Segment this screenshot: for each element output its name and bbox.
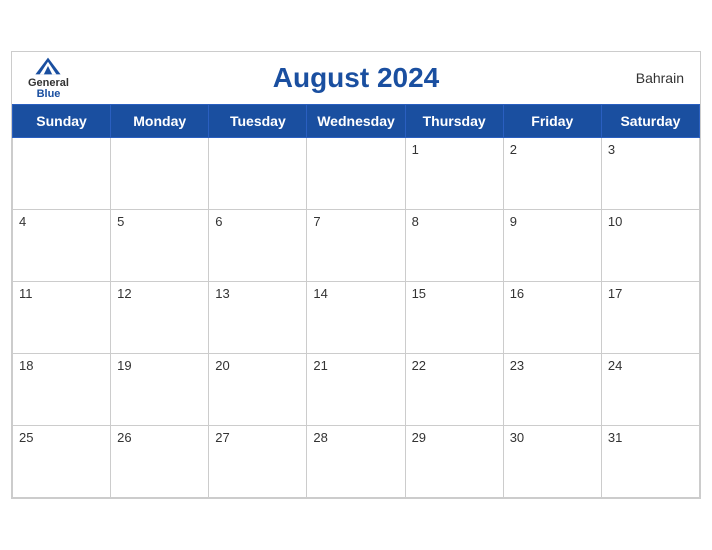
calendar-cell: 2 [503, 138, 601, 210]
calendar-cell: 9 [503, 210, 601, 282]
week-row-2: 4 5 6 7 8 9 10 [13, 210, 700, 282]
day-number: 16 [510, 286, 524, 301]
day-number: 8 [412, 214, 419, 229]
calendar-cell: 8 [405, 210, 503, 282]
calendar-cell: 22 [405, 354, 503, 426]
day-number: 30 [510, 430, 524, 445]
logo: General Blue [28, 56, 69, 100]
week-row-4: 18 19 20 21 22 23 24 [13, 354, 700, 426]
day-number: 3 [608, 142, 615, 157]
calendar-cell: 4 [13, 210, 111, 282]
day-header-saturday: Saturday [601, 105, 699, 138]
day-number: 29 [412, 430, 426, 445]
day-number: 22 [412, 358, 426, 373]
day-number: 1 [412, 142, 419, 157]
days-header-row: SundayMondayTuesdayWednesdayThursdayFrid… [13, 105, 700, 138]
calendar-cell: 11 [13, 282, 111, 354]
week-row-3: 11 12 13 14 15 16 17 [13, 282, 700, 354]
calendar-cell: 31 [601, 426, 699, 498]
calendar-cell [307, 138, 405, 210]
calendar-cell: 3 [601, 138, 699, 210]
calendar-cell: 5 [111, 210, 209, 282]
calendar-cell: 10 [601, 210, 699, 282]
calendar-cell: 25 [13, 426, 111, 498]
day-number: 24 [608, 358, 622, 373]
country-label: Bahrain [636, 70, 684, 86]
calendar-header: General Blue August 2024 Bahrain [12, 52, 700, 104]
calendar-cell: 28 [307, 426, 405, 498]
calendar-cell: 24 [601, 354, 699, 426]
day-header-tuesday: Tuesday [209, 105, 307, 138]
day-number: 2 [510, 142, 517, 157]
day-number: 27 [215, 430, 229, 445]
calendar-cell: 19 [111, 354, 209, 426]
day-number: 17 [608, 286, 622, 301]
day-number: 18 [19, 358, 33, 373]
day-number: 31 [608, 430, 622, 445]
calendar-table: SundayMondayTuesdayWednesdayThursdayFrid… [12, 104, 700, 498]
day-number: 4 [19, 214, 26, 229]
calendar-title: August 2024 [273, 62, 440, 94]
day-number: 11 [19, 286, 33, 301]
day-number: 9 [510, 214, 517, 229]
calendar-cell: 12 [111, 282, 209, 354]
calendar-cell: 1 [405, 138, 503, 210]
calendar-cell: 16 [503, 282, 601, 354]
day-number: 5 [117, 214, 124, 229]
day-number: 25 [19, 430, 33, 445]
day-number: 10 [608, 214, 622, 229]
calendar-cell: 14 [307, 282, 405, 354]
day-number: 12 [117, 286, 131, 301]
day-header-sunday: Sunday [13, 105, 111, 138]
calendar-cell: 13 [209, 282, 307, 354]
day-header-thursday: Thursday [405, 105, 503, 138]
calendar-cell [209, 138, 307, 210]
calendar-cell: 30 [503, 426, 601, 498]
calendar-cell: 6 [209, 210, 307, 282]
calendar-cell: 21 [307, 354, 405, 426]
day-number: 26 [117, 430, 131, 445]
logo-icon [34, 56, 62, 76]
day-number: 6 [215, 214, 222, 229]
day-header-friday: Friday [503, 105, 601, 138]
logo-blue: Blue [37, 89, 61, 100]
calendar-cell [111, 138, 209, 210]
week-row-1: 1 2 3 [13, 138, 700, 210]
week-row-5: 25 26 27 28 29 30 31 [13, 426, 700, 498]
calendar: General Blue August 2024 Bahrain SundayM… [11, 51, 701, 499]
calendar-cell: 23 [503, 354, 601, 426]
day-number: 21 [313, 358, 327, 373]
calendar-cell: 26 [111, 426, 209, 498]
day-number: 7 [313, 214, 320, 229]
calendar-cell: 7 [307, 210, 405, 282]
day-number: 19 [117, 358, 131, 373]
calendar-cell: 15 [405, 282, 503, 354]
day-number: 23 [510, 358, 524, 373]
day-number: 20 [215, 358, 229, 373]
day-number: 28 [313, 430, 327, 445]
calendar-cell: 20 [209, 354, 307, 426]
day-header-monday: Monday [111, 105, 209, 138]
calendar-cell: 18 [13, 354, 111, 426]
day-number: 13 [215, 286, 229, 301]
calendar-cell: 17 [601, 282, 699, 354]
calendar-cell: 29 [405, 426, 503, 498]
day-header-wednesday: Wednesday [307, 105, 405, 138]
calendar-cell: 27 [209, 426, 307, 498]
day-number: 14 [313, 286, 327, 301]
calendar-cell [13, 138, 111, 210]
day-number: 15 [412, 286, 426, 301]
